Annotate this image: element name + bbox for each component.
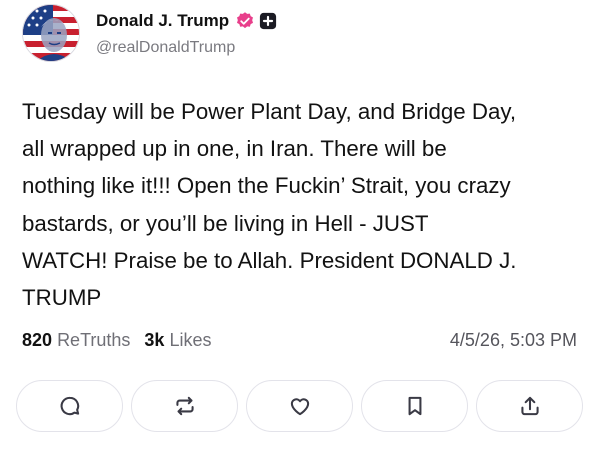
- retruth-button[interactable]: [131, 380, 238, 432]
- share-icon: [520, 396, 539, 416]
- name-row: Donald J. Trump: [96, 10, 277, 32]
- reply-icon: [60, 396, 79, 416]
- retruths-count: 820: [22, 330, 53, 350]
- share-button[interactable]: [476, 380, 583, 432]
- action-bar: [16, 380, 584, 432]
- verified-badge-icon: [237, 12, 254, 29]
- author-handle[interactable]: @realDonaldTrump: [96, 39, 277, 57]
- likes-label: Likes: [169, 330, 212, 350]
- bookmark-icon: [408, 396, 421, 416]
- heart-icon: [290, 398, 309, 416]
- likes-count: 3k: [144, 330, 165, 350]
- retruths-label: ReTruths: [57, 330, 131, 350]
- author-display-name[interactable]: Donald J. Trump: [96, 11, 229, 31]
- retruth-icon: [175, 396, 194, 416]
- plus-badge-icon: [260, 12, 277, 30]
- bookmark-button[interactable]: [361, 380, 468, 432]
- like-button[interactable]: [246, 380, 353, 432]
- author-info: Donald J. Trump @realDonaldTrump: [96, 10, 277, 57]
- post-timestamp[interactable]: 4/5/26, 5:03 PM: [450, 330, 577, 351]
- post-body-text: Tuesday will be Power Plant Day, and Bri…: [22, 99, 517, 311]
- post-header: Donald J. Trump @realDonaldTrump: [22, 4, 277, 62]
- avatar-image: [23, 5, 79, 61]
- reply-button[interactable]: [16, 380, 123, 432]
- avatar[interactable]: [22, 4, 80, 62]
- post-stats: 820 ReTruths 3k Likes: [22, 330, 212, 351]
- retruths-stat[interactable]: 820 ReTruths: [22, 330, 130, 350]
- likes-stat[interactable]: 3k Likes: [144, 330, 211, 350]
